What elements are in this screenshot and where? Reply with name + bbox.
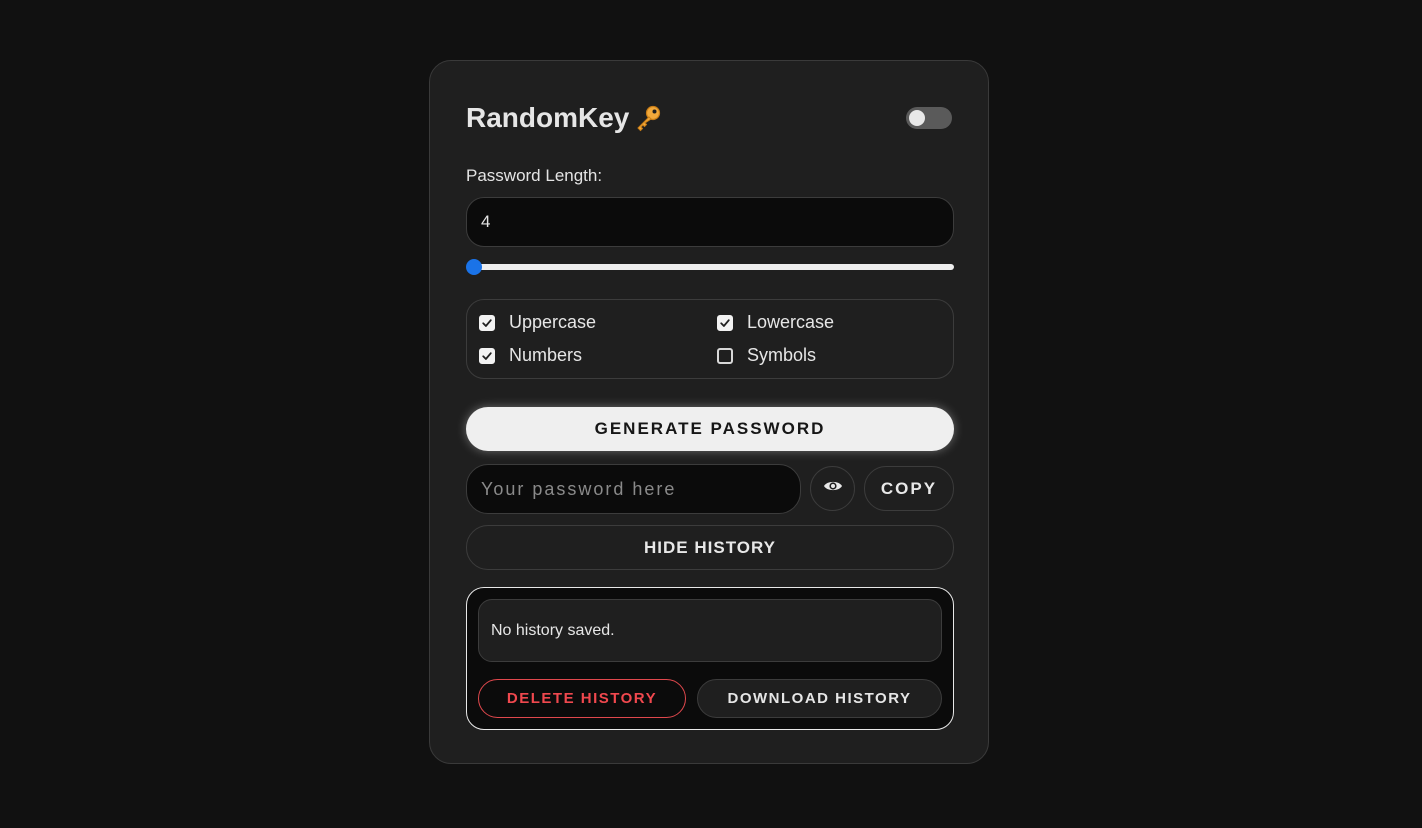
key-icon — [633, 103, 663, 133]
slider-thumb[interactable] — [466, 259, 482, 275]
option-symbols[interactable]: Symbols — [717, 339, 955, 372]
uppercase-label: Uppercase — [509, 312, 597, 332]
eye-icon — [823, 479, 843, 498]
slider-track — [470, 264, 954, 270]
numbers-checkbox[interactable] — [479, 347, 495, 364]
password-output-field[interactable]: Your password here — [466, 464, 801, 514]
numbers-label: Numbers — [509, 345, 583, 365]
option-lowercase[interactable]: Lowercase — [717, 306, 955, 339]
password-length-label: Password Length: — [466, 166, 603, 185]
option-numbers[interactable]: Numbers — [479, 339, 717, 372]
theme-toggle[interactable] — [906, 107, 952, 129]
character-options: Uppercase Lowercase Numbers Symbols — [466, 299, 954, 379]
download-history-button[interactable]: DOWNLOAD HISTORY — [697, 679, 942, 718]
password-length-slider[interactable] — [466, 259, 954, 275]
history-list: No history saved. — [478, 599, 942, 662]
reveal-password-button[interactable] — [810, 466, 855, 511]
app-title: RandomKey — [466, 102, 663, 134]
lowercase-checkbox[interactable] — [717, 314, 733, 331]
uppercase-checkbox[interactable] — [479, 314, 495, 331]
symbols-checkbox[interactable] — [717, 347, 733, 364]
copy-button[interactable]: COPY — [864, 466, 954, 511]
delete-history-button[interactable]: DELETE HISTORY — [478, 679, 686, 718]
app-title-text: RandomKey — [466, 102, 630, 133]
generator-card: RandomKey Password Length: 4 Uppercase L… — [429, 60, 989, 764]
generate-password-button[interactable]: GENERATE PASSWORD — [466, 407, 954, 451]
password-length-input[interactable]: 4 — [466, 197, 954, 247]
hide-history-button[interactable]: HIDE HISTORY — [466, 525, 954, 570]
toggle-knob — [909, 110, 925, 126]
symbols-label: Symbols — [747, 345, 817, 365]
lowercase-label: Lowercase — [747, 312, 835, 332]
option-uppercase[interactable]: Uppercase — [479, 306, 717, 339]
card-header: RandomKey — [466, 101, 952, 135]
history-panel: No history saved. DELETE HISTORY DOWNLOA… — [466, 587, 954, 730]
